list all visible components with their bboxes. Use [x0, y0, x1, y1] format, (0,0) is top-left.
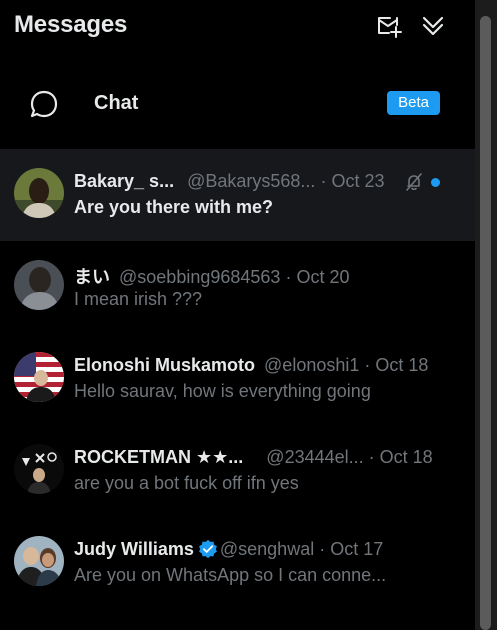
- display-name: ROCKETMAN ★★...: [74, 447, 244, 467]
- user-handle: @23444el...: [266, 447, 364, 467]
- speech-bubble-icon: [28, 88, 60, 120]
- message-preview: Are you there with me?: [74, 197, 274, 217]
- page-title: Messages: [14, 11, 128, 38]
- conversation-header: Bakary_ s... @Bakarys568... · Oct 23: [74, 171, 454, 195]
- user-handle: @elonoshi1: [264, 355, 360, 375]
- timestamp: Oct 23: [331, 171, 385, 191]
- verified-badge-icon: [198, 539, 217, 559]
- message-preview: are you a bot fuck off ifn yes: [74, 473, 299, 493]
- conversation-header: まい @soebbing9684563 · Oct 20: [74, 263, 454, 287]
- separator: ·: [280, 267, 297, 287]
- avatar: [14, 260, 64, 310]
- avatar: [14, 168, 64, 218]
- muted-bell-icon: [405, 173, 423, 191]
- user-handle: @soebbing9684563: [119, 267, 281, 287]
- conversation-item[interactable]: Judy Williams @senghwal · Oct 17 Are you…: [0, 517, 475, 609]
- message-preview: Hello saurav, how is everything going: [74, 381, 371, 401]
- beta-badge: Beta: [387, 91, 440, 115]
- unread-indicator: [431, 178, 440, 187]
- display-name: Elonoshi Muskamoto: [74, 355, 256, 375]
- new-message-icon[interactable]: [374, 12, 402, 40]
- conversation-header: ROCKETMAN ★★... @23444el... · Oct 18: [74, 447, 454, 471]
- separator: ·: [315, 171, 332, 191]
- display-name: Judy Williams: [74, 539, 194, 559]
- user-handle: @senghwal: [219, 539, 315, 559]
- separator: ·: [363, 447, 380, 467]
- double-chevron-down-icon[interactable]: [419, 12, 447, 40]
- timestamp: Oct 17: [330, 539, 384, 559]
- chat-label: Chat: [94, 92, 139, 114]
- conversation-header: Judy Williams @senghwal · Oct 17: [74, 539, 454, 563]
- conversation-item[interactable]: ROCKETMAN ★★... @23444el... · Oct 18 are…: [0, 425, 475, 517]
- conversation-item[interactable]: Elonoshi Muskamoto @elonoshi1 · Oct 18 H…: [0, 333, 475, 425]
- scrollbar-thumb[interactable]: [480, 16, 491, 630]
- user-handle: @Bakarys568...: [187, 171, 316, 191]
- timestamp: Oct 18: [375, 355, 429, 375]
- timestamp: Oct 20: [296, 267, 350, 287]
- conversation-item[interactable]: まい @soebbing9684563 · Oct 20 I mean iris…: [0, 241, 475, 333]
- conversation-item[interactable]: Bakary_ s... @Bakarys568... · Oct 23 Are…: [0, 149, 475, 241]
- message-preview: Are you on WhatsApp so I can conne...: [74, 565, 387, 585]
- separator: ·: [359, 355, 376, 375]
- timestamp: Oct 18: [379, 447, 433, 467]
- avatar: [14, 536, 64, 586]
- avatar: [14, 352, 64, 402]
- display-name: Bakary_ s...: [74, 171, 175, 191]
- display-name: まい: [74, 267, 110, 287]
- chat-row[interactable]: Chat Beta: [0, 74, 475, 134]
- scrollbar[interactable]: [475, 0, 497, 630]
- separator: ·: [314, 539, 331, 559]
- messages-panel: Messages Chat Beta Bakary_ s... @Bakarys…: [0, 0, 475, 630]
- avatar: [14, 444, 64, 494]
- conversation-header: Elonoshi Muskamoto @elonoshi1 · Oct 18: [74, 355, 454, 379]
- messages-header: Messages: [0, 0, 475, 56]
- message-preview: I mean irish ???: [74, 289, 203, 309]
